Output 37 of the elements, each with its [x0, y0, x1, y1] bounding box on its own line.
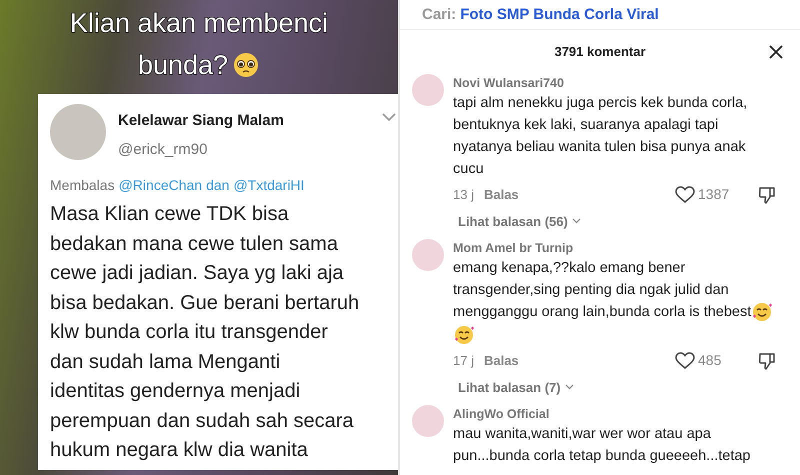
- chevron-down-icon[interactable]: [382, 112, 396, 122]
- reply-label: Membalas: [50, 176, 115, 195]
- view-replies-button[interactable]: Lihat balasan (56): [458, 212, 581, 232]
- tweet-author: Kelelawar Siang Malam: [118, 111, 285, 131]
- like-count: 1387: [698, 185, 730, 204]
- comment-username[interactable]: AlingWo Official: [453, 405, 788, 423]
- comments-count-title: 3791 komentar: [554, 43, 646, 61]
- search-label: Cari:: [422, 5, 456, 25]
- video-caption: Klian akan membenci: [70, 6, 328, 40]
- close-icon: [769, 44, 783, 59]
- mention-link[interactable]: @RinceChan: [118, 175, 202, 196]
- chevron-down-icon: [572, 218, 581, 224]
- comment-text: tapi alm nenekku juga percis kek bunda corla, bentuknya kek laki, suaranya apalagi tapi nyatanya beliau wanita tulen bisa punya anak cucu: [453, 94, 748, 179]
- video-caption: bunda?: [138, 48, 228, 82]
- chevron-down-icon: [564, 384, 574, 390]
- like-count: 485: [698, 351, 722, 370]
- tweet-text: Masa Klian cewe TDK bisa bedakan mana cewe tulen sama cewe jadi jadian. Saya yg laki aja bisa bedakan. Gue berani bertaruh klw bunda corla itu transgender dan sudah lama Menganti identitas gendernya menjadi perempuan dan sudah sah secara hukum negara klw dia wanita: [50, 202, 360, 463]
- comment-text: emang kenapa,??kalo emang bener transgender,sing penting dia ngak julid dan mengganggu orang lain,bunda corla is thebest: [453, 257, 788, 346]
- smiling-hearts-face-icon: [751, 301, 774, 324]
- comment-time: 13 j: [453, 186, 474, 204]
- thumbs-down-icon[interactable]: [758, 352, 776, 370]
- mention-link[interactable]: @TxtdariHI: [233, 175, 304, 196]
- tweet-handle: @erick_rm90: [118, 140, 208, 160]
- reply-link[interactable]: Balas: [484, 184, 519, 204]
- reply-conjunction: dan: [206, 176, 230, 195]
- comment-time: 17 j: [453, 352, 474, 370]
- thumbs-down-icon[interactable]: [758, 186, 776, 204]
- smiling-hearts-face-icon: [453, 324, 475, 346]
- comment-username[interactable]: Mom Amel br Turnip: [453, 239, 788, 258]
- pleading-face-icon: [232, 51, 260, 79]
- comment-username[interactable]: Novi Wulansari740: [453, 74, 788, 92]
- search-suggestion-link[interactable]: Foto SMP Bunda Corla Viral: [460, 4, 659, 26]
- heart-icon[interactable]: [675, 352, 695, 370]
- heart-icon[interactable]: [675, 186, 695, 204]
- reply-link[interactable]: Balas: [484, 350, 519, 370]
- view-replies-button[interactable]: Lihat balasan (7): [458, 378, 574, 397]
- comment-text: mau wanita,waniti,war wer wor atau apa pun...bunda corla tetap bunda gueeeeh...tetap: [453, 425, 752, 466]
